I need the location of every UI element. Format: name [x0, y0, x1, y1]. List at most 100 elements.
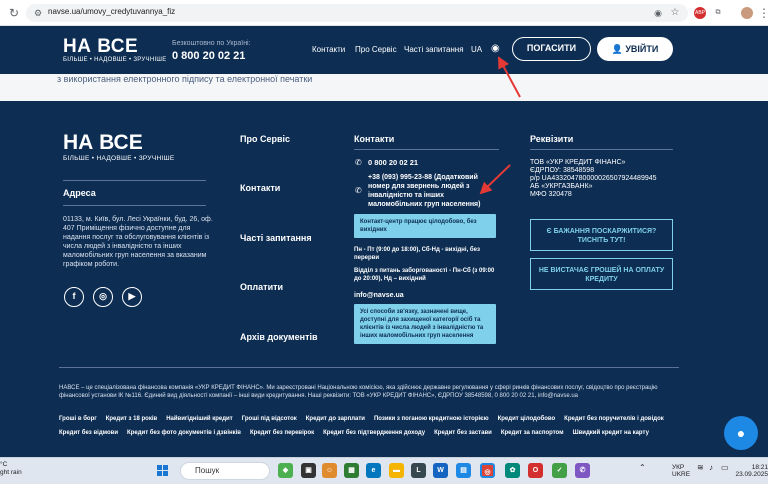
bookmark-star-icon[interactable]: ☆: [667, 5, 683, 21]
seo-link[interactable]: Кредит до зарплати: [306, 416, 365, 422]
user-icon: 👤: [611, 44, 626, 54]
seo-link[interactable]: Кредит без застави: [434, 430, 492, 436]
opera-icon[interactable]: O: [528, 463, 543, 478]
site-logo[interactable]: НА ВСЕ БІЛЬШЕ • НАДОВШЕ • ЗРУЧНІШЕ: [63, 36, 167, 63]
app-icon[interactable]: ✿: [505, 463, 520, 478]
requisite-line: ЄДРПОУ: 38548598: [530, 167, 595, 174]
tray-chevron-icon[interactable]: ⌃: [639, 464, 646, 472]
footer-logo[interactable]: НА ВСЕ БІЛЬШЕ • НАДОВШЕ • ЗРУЧНІШЕ: [63, 131, 175, 162]
widgets-icon[interactable]: ◆: [278, 463, 293, 478]
nav-language[interactable]: UA: [471, 45, 482, 54]
edge-icon[interactable]: e: [366, 463, 381, 478]
seo-link[interactable]: Кредит з 18 років: [106, 416, 157, 422]
file-explorer-icon[interactable]: ▬: [389, 463, 404, 478]
seo-link[interactable]: Кредит без перевірок: [250, 430, 314, 436]
requisites-title: Реквізити: [530, 134, 574, 144]
divider: [63, 205, 206, 206]
logo-text: НА ВСЕ: [63, 36, 139, 57]
header-phone[interactable]: 0 800 20 02 21: [172, 50, 245, 62]
login-label: УВІЙТИ: [625, 44, 659, 54]
nav-faq[interactable]: Часті запитання: [404, 45, 464, 54]
weather-desc: ght rain: [0, 469, 22, 476]
seo-link[interactable]: Гроші під відсоток: [242, 416, 297, 422]
chrome-icon[interactable]: ◎: [480, 463, 495, 478]
legal-text: НАВСЕ – це спеціалізована фінансова комп…: [59, 385, 658, 399]
lang-line2: UKRE: [672, 471, 691, 478]
footer-logo-tagline: БІЛЬШЕ • НАДОВШЕ • ЗРУЧНІШЕ: [63, 155, 175, 162]
app-l-icon[interactable]: L: [411, 463, 426, 478]
footer-menu-about[interactable]: Про Сервіс: [240, 134, 290, 144]
not-enough-money-button[interactable]: НЕ ВИСТАЧАЄ ГРОШЕЙ НА ОПЛАТУ КРЕДИТУ: [530, 258, 673, 290]
facebook-icon[interactable]: f: [64, 287, 84, 307]
phone-label: Безкоштовно по Україні:: [172, 40, 251, 47]
debt-hours-text: Відділ з питань заборгованості - Пн-Сб (…: [354, 268, 495, 282]
footer-menu-faq[interactable]: Часті запитання: [240, 233, 312, 243]
footer-phone-accessible[interactable]: +38 (093) 995-23-88 (Додатковий номер дл…: [368, 173, 493, 209]
logo-tagline: БІЛЬШЕ • НАДОВШЕ • ЗРУЧНІШЕ: [63, 57, 167, 63]
footer-email[interactable]: info@navse.ua: [354, 292, 404, 299]
seo-link[interactable]: Кредит без фото документів і дзвінків: [127, 430, 241, 436]
url-text: navse.ua/umovy_credytuvannya_fiz: [48, 7, 176, 16]
login-button[interactable]: 👤 УВІЙТИ: [597, 37, 673, 61]
complaint-button[interactable]: Є БАЖАННЯ ПОСКАРЖИТИСЯ? ТИСНІТЬ ТУТ!: [530, 219, 673, 251]
nav-about[interactable]: Про Сервіс: [355, 45, 397, 54]
battery-icon[interactable]: ▭: [721, 464, 729, 472]
seo-link[interactable]: Кредит за паспортом: [501, 430, 564, 436]
seo-link[interactable]: Кредит цілодобово: [498, 416, 556, 422]
clock-date: 23.09.2025: [735, 471, 768, 478]
footer-menu-pay[interactable]: Оплатити: [240, 282, 283, 292]
requisite-line: ТОВ «УКР КРЕДИТ ФІНАНС»: [530, 159, 626, 166]
wifi-icon[interactable]: ≋: [697, 464, 704, 472]
seo-link[interactable]: Швидкий кредит на карту: [573, 430, 649, 436]
spreadsheet-icon[interactable]: ▦: [344, 463, 359, 478]
app-check-icon[interactable]: ✓: [552, 463, 567, 478]
phone-icon: ✆: [355, 158, 362, 167]
extensions-icon[interactable]: ⧉: [712, 7, 724, 19]
info-box-hours: Контакт-центр працює цілодобово, без вих…: [354, 214, 496, 238]
windows-start-icon[interactable]: [157, 465, 169, 477]
seo-link[interactable]: Кредит без підтвердження доходу: [323, 430, 425, 436]
language-indicator[interactable]: УКР UKRE: [672, 464, 690, 478]
profile-avatar-icon[interactable]: [741, 7, 753, 19]
footer-menu-archive[interactable]: Архів документів: [240, 332, 318, 342]
reload-icon[interactable]: ↻: [6, 5, 22, 21]
viber-icon[interactable]: ✆: [575, 463, 590, 478]
weather-widget[interactable]: °C ght rain: [0, 461, 22, 477]
site-info-icon[interactable]: ⚙: [30, 5, 46, 21]
word-icon[interactable]: W: [433, 463, 448, 478]
store-icon[interactable]: ▤: [456, 463, 471, 478]
seo-links-row: Гроші в борг Кредит з 18 років Найвигідніш…: [59, 416, 699, 422]
hours-text: Пн - Пт (9:00 до 18:00), Сб-Нд - вихідні…: [354, 247, 480, 261]
divider: [59, 367, 679, 368]
address-title: Адреса: [63, 188, 96, 198]
eye-off-icon[interactable]: ◉: [650, 5, 666, 21]
phone-icon: ✆: [355, 186, 362, 195]
menu-dots-icon[interactable]: ⋮: [756, 5, 768, 21]
divider: [63, 180, 206, 181]
seo-link[interactable]: Позики з поганою кредитною історією: [374, 416, 489, 422]
footer-logo-text: НА ВСЕ: [63, 131, 143, 154]
youtube-icon[interactable]: ▶: [122, 287, 142, 307]
accessibility-eye-icon[interactable]: ◉: [491, 43, 500, 54]
seo-link[interactable]: Кредит без поручителів і довідок: [564, 416, 664, 422]
taskbar-search-label: Пошук: [195, 466, 220, 475]
app-icon[interactable]: ☺: [322, 463, 337, 478]
instagram-icon[interactable]: ◎: [93, 287, 113, 307]
footer-menu-contacts[interactable]: Контакти: [240, 183, 280, 193]
chat-icon[interactable]: ●: [724, 416, 758, 450]
pay-button[interactable]: ПОГАСИТИ: [512, 37, 591, 61]
seo-link[interactable]: Найвигідніший кредит: [166, 416, 233, 422]
volume-icon[interactable]: ♪: [709, 464, 713, 472]
nav-contacts[interactable]: Контакти: [312, 45, 345, 54]
seo-link[interactable]: Гроші в борг: [59, 416, 97, 422]
requisite-line: р/р UA433204780000026507924489945: [530, 175, 657, 182]
seo-link[interactable]: Кредит без відмови: [59, 430, 118, 436]
taskbar-search[interactable]: [180, 462, 270, 480]
clock[interactable]: 18:21 23.09.2025: [735, 464, 768, 478]
divider: [354, 149, 499, 150]
footer-phone[interactable]: 0 800 20 02 21: [368, 158, 418, 167]
requisites-list: ТОВ «УКР КРЕДИТ ФІНАНС» ЄДРПОУ: 38548598…: [530, 159, 657, 199]
clock-time: 18:21: [751, 464, 768, 471]
task-view-icon[interactable]: ▣: [301, 463, 316, 478]
adblock-icon[interactable]: ABP: [694, 7, 706, 19]
